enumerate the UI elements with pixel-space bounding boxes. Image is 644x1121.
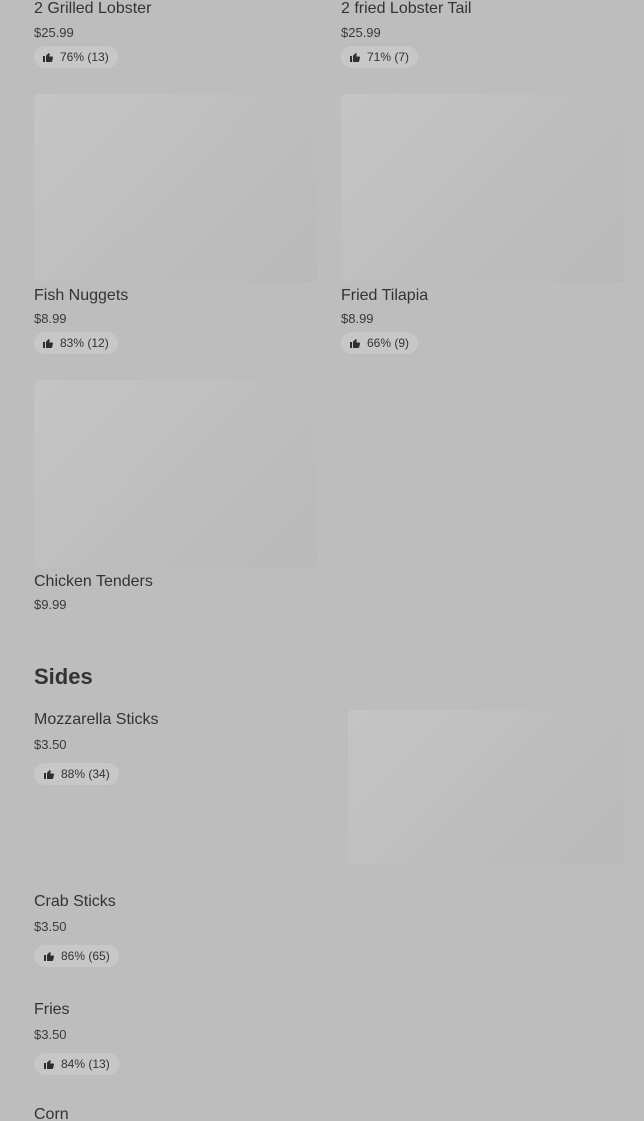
item-name: Crab Sticks (34, 893, 116, 910)
side-item-card[interactable]: Mozzarella Sticks $3.50 88% (34) (34, 710, 624, 866)
side-item-card[interactable]: Fries $3.50 84% (13) (34, 1000, 624, 1080)
rating-text: 86% (65) (61, 949, 110, 963)
thumbs-up-icon (42, 337, 54, 349)
menu-item-card[interactable]: Fish Nuggets $8.99 83% (12) (34, 94, 317, 356)
section-title: Sides (34, 664, 93, 689)
item-price: $25.99 (34, 25, 74, 40)
rating-badge: 71% (7) (341, 46, 419, 68)
thumbs-up-icon (43, 768, 55, 780)
rating-text: 83% (12) (60, 336, 109, 350)
item-name: Corn (34, 1106, 69, 1121)
rating-badge: 88% (34) (34, 763, 119, 785)
rating-badge: 76% (13) (34, 46, 118, 68)
item-price: $3.50 (34, 1027, 67, 1042)
rating-text: 88% (34) (61, 767, 110, 781)
item-name: Fried Tilapia (341, 287, 429, 304)
thumbs-up-icon (349, 337, 361, 349)
rating-text: 76% (13) (60, 50, 109, 64)
item-image (348, 710, 624, 864)
rating-text: 84% (13) (61, 1057, 110, 1071)
item-name: Mozzarella Sticks (34, 711, 159, 728)
item-price: $8.99 (341, 311, 374, 326)
rating-text: 66% (9) (367, 336, 410, 350)
menu-item-card[interactable]: 2 Grilled Lobster $25.99 76% (13) (34, 0, 317, 70)
item-price: $3.50 (34, 919, 67, 934)
menu-item-card[interactable]: Chicken Tenders $9.99 (34, 380, 317, 615)
thumbs-up-icon (349, 51, 361, 63)
item-image (34, 380, 317, 568)
thumbs-up-icon (43, 950, 55, 962)
thumbs-up-icon (42, 51, 54, 63)
rating-badge: 83% (12) (34, 332, 118, 354)
menu-item-card[interactable]: 2 fried Lobster Tail $25.99 71% (7) (341, 0, 624, 70)
rating-badge: 84% (13) (34, 1053, 119, 1075)
thumbs-up-icon (43, 1058, 55, 1070)
rating-text: 71% (7) (367, 50, 410, 64)
item-price: $3.50 (34, 737, 67, 752)
side-item-card[interactable]: Crab Sticks $3.50 86% (65) (34, 892, 624, 972)
item-name: 2 fried Lobster Tail (341, 0, 472, 17)
rating-badge: 86% (65) (34, 945, 119, 967)
item-image (341, 94, 624, 282)
item-name: Fries (34, 1001, 70, 1018)
item-name: Fish Nuggets (34, 287, 129, 304)
item-image (34, 94, 317, 282)
item-price: $25.99 (341, 25, 381, 40)
rating-badge: 66% (9) (341, 332, 419, 354)
item-name: Chicken Tenders (34, 573, 153, 590)
item-name: 2 Grilled Lobster (34, 0, 152, 17)
side-item-card[interactable]: Corn (34, 1106, 624, 1121)
item-price: $8.99 (34, 311, 67, 326)
item-price: $9.99 (34, 597, 67, 612)
menu-item-card[interactable]: Fried Tilapia $8.99 66% (9) (341, 94, 624, 356)
